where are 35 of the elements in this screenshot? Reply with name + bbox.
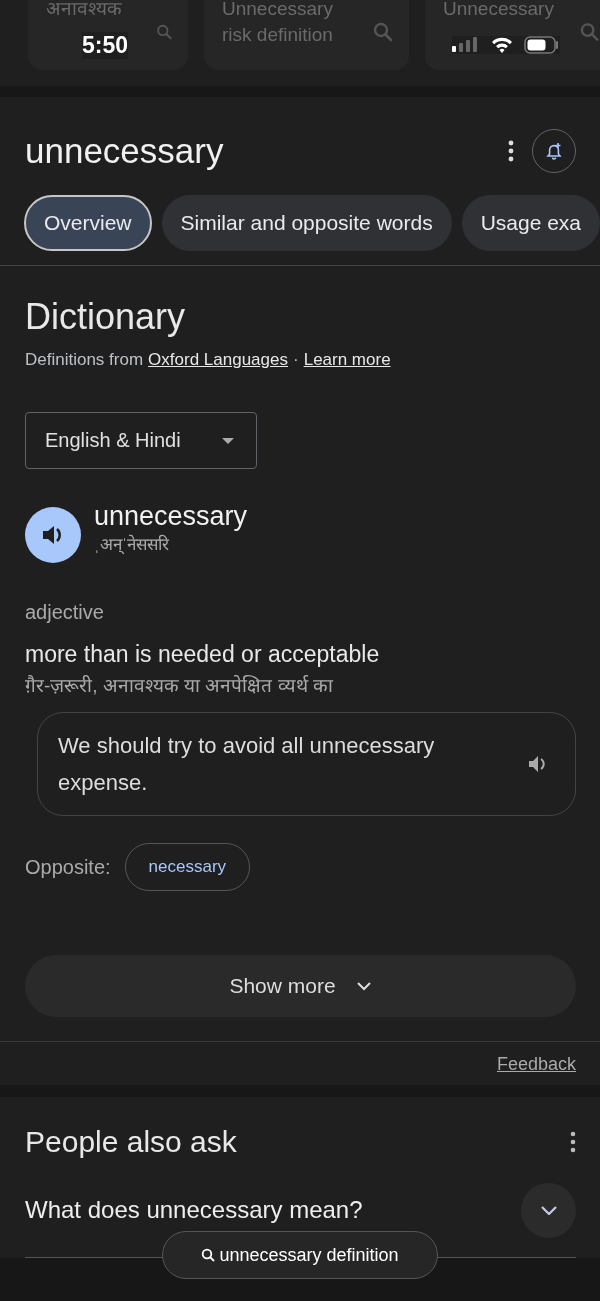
- section-title: People also ask: [25, 1125, 237, 1159]
- caret-icon: [222, 437, 234, 444]
- feedback-link[interactable]: Feedback: [496, 1054, 576, 1075]
- learn-more-link[interactable]: Learn more: [303, 350, 391, 370]
- chevron-down-icon: [539, 1205, 558, 1215]
- tab[interactable]: Usage exa: [461, 195, 600, 251]
- tab[interactable]: Overview: [24, 195, 152, 251]
- status-time: 5:50: [82, 31, 129, 59]
- search-icon: [201, 1248, 216, 1262]
- part-of-speech: adjective: [25, 601, 105, 624]
- bell-plus-icon: [544, 141, 564, 161]
- query-title: unnecessary: [25, 131, 225, 171]
- source-link[interactable]: Oxford Languages: [148, 350, 288, 370]
- section-title: Dictionary: [25, 296, 187, 338]
- more-options-icon[interactable]: [570, 1131, 576, 1153]
- question-text[interactable]: What does unnecessary mean?: [25, 1196, 363, 1224]
- show-more-button[interactable]: Show more: [25, 955, 576, 1017]
- source-text: Definitions from: [25, 350, 144, 370]
- separator-dot: ·: [293, 350, 299, 370]
- definition: more than is needed or acceptable: [25, 641, 381, 668]
- battery-icon: [524, 36, 560, 54]
- pronunciation: ˌअन्ˈनेससरि: [94, 533, 171, 555]
- headword: unnecessary: [94, 501, 248, 532]
- language-dropdown[interactable]: English & Hindi: [25, 412, 257, 469]
- more-options-icon[interactable]: [508, 140, 514, 162]
- signal-icon: [452, 37, 480, 53]
- translation: ग़ैर-ज़रूरी, अनावश्यक या अनपेक्षित व्यर्थ का: [25, 674, 334, 698]
- chevron-down-icon: [355, 981, 372, 991]
- search-icon: [371, 20, 395, 44]
- wifi-icon: [490, 36, 514, 54]
- tab[interactable]: Similar and opposite words: [161, 195, 452, 251]
- floating-search-pill[interactable]: unnecessary definition: [162, 1231, 438, 1279]
- example-sentence: We should try to avoid all unnecessary expense.: [58, 732, 436, 797]
- opposite-label: Opposite:: [25, 855, 111, 879]
- pronounce-button[interactable]: [25, 507, 81, 563]
